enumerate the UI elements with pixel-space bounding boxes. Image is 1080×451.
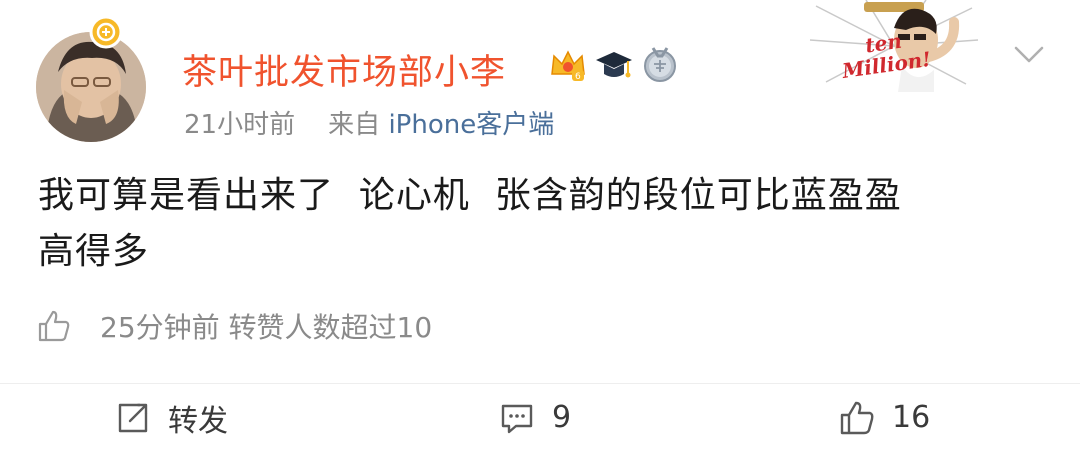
comment-count: 9 bbox=[552, 400, 572, 435]
like-count: 16 bbox=[892, 400, 931, 435]
username[interactable]: 茶叶批发市场部小李 bbox=[182, 44, 506, 95]
comment-button[interactable]: 9 bbox=[498, 384, 571, 451]
medal-icon[interactable] bbox=[640, 44, 680, 84]
repost-label: 转发 bbox=[168, 403, 228, 439]
comment-icon bbox=[501, 404, 533, 433]
graduation-cap-icon[interactable] bbox=[594, 44, 634, 84]
action-bar: 转发 9 16 bbox=[0, 384, 1080, 451]
user-badges: 6 bbox=[548, 44, 680, 84]
content-line-2: 高得多 bbox=[38, 231, 150, 272]
like-summary-text: 25分钟前 转赞人数超过10 bbox=[100, 311, 433, 344]
source-prefix: 来自 bbox=[328, 110, 381, 140]
like-button[interactable]: 16 bbox=[838, 384, 930, 451]
crown-icon[interactable]: 6 bbox=[548, 44, 588, 84]
weibo-post: 茶叶批发市场部小李 6 21小时前 来自 iPhone客户端 ten Milli… bbox=[0, 0, 1080, 451]
avatar-container[interactable] bbox=[36, 14, 148, 142]
post-time: 21小时前 bbox=[184, 110, 296, 140]
thumbs-up-icon bbox=[840, 401, 874, 434]
thumbs-up-icon bbox=[38, 310, 70, 342]
chevron-down-icon[interactable] bbox=[1012, 42, 1046, 66]
repost-icon bbox=[118, 403, 148, 432]
content-line-1: 我可算是看出来了 论心机 张含韵的段位可比蓝盈盈 bbox=[38, 175, 902, 216]
like-summary[interactable]: 25分钟前 转赞人数超过10 bbox=[36, 306, 432, 346]
svg-text:6: 6 bbox=[575, 72, 581, 82]
post-content: 我可算是看出来了 论心机 张含韵的段位可比蓝盈盈 高得多 bbox=[38, 168, 1048, 280]
vip-badge-icon bbox=[89, 15, 123, 49]
post-meta: 21小时前 来自 iPhone客户端 bbox=[184, 104, 554, 141]
repost-button[interactable]: 转发 bbox=[114, 384, 228, 451]
source-client-link[interactable]: iPhone客户端 bbox=[388, 110, 554, 140]
